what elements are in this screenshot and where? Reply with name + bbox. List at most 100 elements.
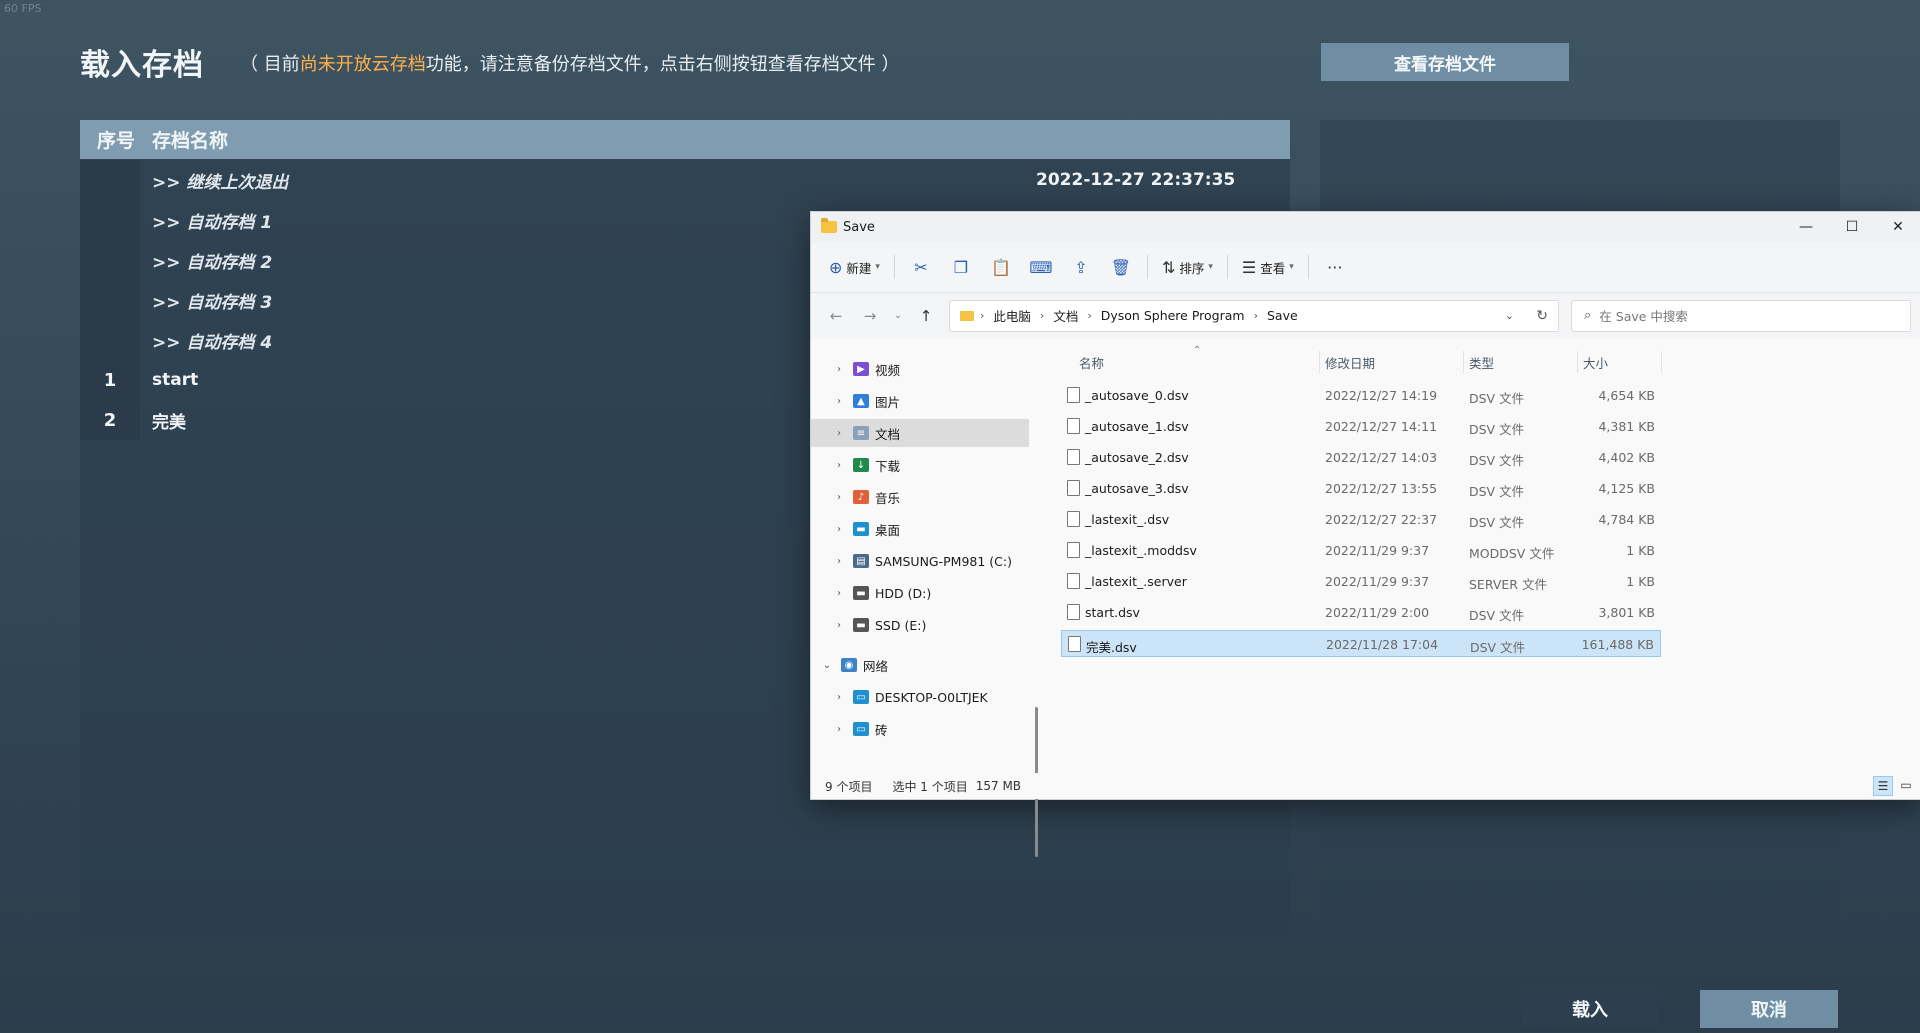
computer-icon: ▭ [853,722,869,736]
desktop-icon: ▬ [853,522,869,536]
save-row-name: >> 自动存档 2 [152,252,273,273]
column-divider[interactable] [1577,351,1578,373]
save-row[interactable]: >> 继续上次退出 2022-12-27 22:37:35 [80,160,1290,200]
rename-icon[interactable]: ⌨ [1021,251,1061,283]
chevron-right-icon: › [980,309,985,322]
nav-item[interactable]: › ▬ HDD (D:) [811,579,1029,607]
nav-item[interactable]: › ≡ 文档 [811,419,1029,447]
nav-item[interactable]: › ▭ DESKTOP-O0LTJEK [811,683,1029,711]
file-name: _lastexit_.moddsv [1085,543,1197,558]
folder-icon [960,310,974,321]
save-row-number [80,200,140,240]
chevron-right-icon[interactable]: › [831,620,847,631]
nav-item-label: 网络 [863,658,889,674]
save-row-time: 2022-12-27 22:37:35 [1036,170,1236,190]
chevron-right-icon[interactable]: › [831,364,847,375]
up-arrow-icon[interactable]: ↑ [909,301,943,331]
pictures-icon: ▲ [853,394,869,408]
new-button[interactable]: ⊕ 新建 ▾ [821,251,888,283]
maximize-button[interactable]: ☐ [1829,212,1875,242]
chevron-right-icon[interactable]: › [831,428,847,439]
file-row[interactable]: _autosave_0.dsv 2022/12/27 14:19 DSV 文件 4,6… [1061,382,1661,409]
file-type: DSV 文件 [1469,422,1525,437]
notice-prefix: （ 目前 [240,54,300,75]
delete-icon[interactable]: 🗑 [1101,251,1141,283]
file-row[interactable]: _lastexit_.moddsv 2022/11/29 9:37 MODDSV 文… [1061,537,1661,564]
network-icon: ◉ [841,658,857,672]
column-header-name[interactable]: 名称 [1079,347,1104,377]
paste-icon[interactable]: 📋 [981,251,1021,283]
chevron-right-icon[interactable]: › [831,460,847,471]
file-row[interactable]: _autosave_3.dsv 2022/12/27 13:55 DSV 文件 4,1… [1061,475,1661,502]
chevron-down-icon[interactable]: ⌄ [819,660,835,671]
back-arrow-icon[interactable]: ← [819,301,853,331]
breadcrumb-documents[interactable]: 文档 [1053,306,1078,325]
file-row[interactable]: _lastexit_.server 2022/11/29 9:37 SERVER 文… [1061,568,1661,595]
recent-chevron-icon[interactable]: ⌄ [887,301,909,331]
nav-item[interactable]: › ▬ 桌面 [811,515,1029,543]
chevron-right-icon[interactable]: › [831,692,847,703]
load-button[interactable]: 载入 [1522,990,1658,1028]
details-view-icon[interactable]: ☰ [1873,776,1893,796]
file-row[interactable]: _lastexit_.dsv 2022/12/27 22:37 DSV 文件 4,78… [1061,506,1661,533]
column-divider[interactable] [1319,351,1320,373]
documents-icon: ≡ [853,426,869,440]
column-header-date[interactable]: 修改日期 [1325,347,1375,377]
chevron-right-icon: › [1087,309,1092,322]
nav-item[interactable]: › ♪ 音乐 [811,483,1029,511]
file-name: _lastexit_.server [1085,574,1187,589]
chevron-right-icon[interactable]: › [831,524,847,535]
save-row-name: >> 自动存档 3 [152,292,273,313]
chevron-right-icon[interactable]: › [831,724,847,735]
file-row[interactable]: start.dsv 2022/11/29 2:00 DSV 文件 3,801 KB [1061,599,1661,626]
chevron-right-icon[interactable]: › [831,556,847,567]
nav-item[interactable]: › ↓ 下载 [811,451,1029,479]
file-date: 2022/11/29 9:37 [1325,543,1430,558]
breadcrumb-dyson-sphere-program[interactable]: Dyson Sphere Program [1101,308,1245,323]
column-divider[interactable] [1661,351,1662,373]
file-date: 2022/12/27 14:03 [1325,450,1438,465]
file-name: _lastexit_.dsv [1085,512,1170,527]
chevron-right-icon: › [1039,309,1045,322]
nav-item[interactable]: › ▬ SSD (E:) [811,611,1029,639]
nav-item[interactable]: › ▲ 图片 [811,387,1029,415]
sort-label: 排序 [1179,260,1205,276]
refresh-icon[interactable]: ↻ [1536,308,1548,324]
column-header-type[interactable]: 类型 [1469,347,1494,377]
divider [893,255,895,279]
chevron-right-icon[interactable]: › [831,492,847,503]
file-icon [1067,604,1080,620]
close-button[interactable]: ✕ [1875,212,1920,242]
file-row[interactable]: 完美.dsv 2022/11/28 17:04 DSV 文件 161,488 KB [1061,630,1661,657]
forward-arrow-icon[interactable]: → [853,301,887,331]
view-save-files-button[interactable]: 查看存档文件 [1321,43,1569,81]
breadcrumb-save[interactable]: Save [1267,308,1298,323]
file-date: 2022/12/27 14:19 [1325,388,1438,403]
minimize-button[interactable]: — [1783,212,1829,242]
column-header-size[interactable]: 大小 [1583,347,1608,377]
column-divider[interactable] [1463,351,1464,373]
file-row[interactable]: _autosave_2.dsv 2022/12/27 14:03 DSV 文件 4,4… [1061,444,1661,471]
breadcrumb-this-pc[interactable]: 此电脑 [993,306,1031,325]
more-options-icon[interactable]: ··· [1315,251,1355,283]
copy-icon[interactable]: ❐ [941,251,981,283]
chevron-right-icon[interactable]: › [831,588,847,599]
explorer-titlebar[interactable]: Save — ☐ ✕ [811,212,1920,242]
nav-item[interactable]: › ▤ SAMSUNG-PM981 (C:) [811,547,1029,575]
large-icons-view-icon[interactable]: ▭ [1897,776,1915,794]
search-input[interactable]: ⌕ 在 Save 中搜索 [1571,299,1911,332]
view-button[interactable]: ☰ 查看 ▾ [1234,251,1302,283]
cut-icon[interactable]: ✂ [901,251,941,283]
file-icon [1067,480,1080,496]
nav-item[interactable]: › ▶ 视频 [811,355,1029,383]
file-row[interactable]: _autosave_1.dsv 2022/12/27 14:11 DSV 文件 4,3… [1061,413,1661,440]
file-date: 2022/11/29 9:37 [1325,574,1430,589]
share-icon[interactable]: ⇪ [1061,251,1101,283]
cancel-button[interactable]: 取消 [1700,990,1838,1028]
nav-item[interactable]: › ▭ 砖 [811,715,1029,743]
address-history-chevron-icon[interactable]: ⌄ [1505,309,1514,322]
chevron-right-icon[interactable]: › [831,396,847,407]
nav-item[interactable]: ⌄ ◉ 网络 [811,651,1029,679]
address-bar[interactable]: › 此电脑 › 文档 › Dyson Sphere Program › Save… [949,299,1559,332]
sort-button[interactable]: ⇅ 排序 ▾ [1154,251,1221,283]
